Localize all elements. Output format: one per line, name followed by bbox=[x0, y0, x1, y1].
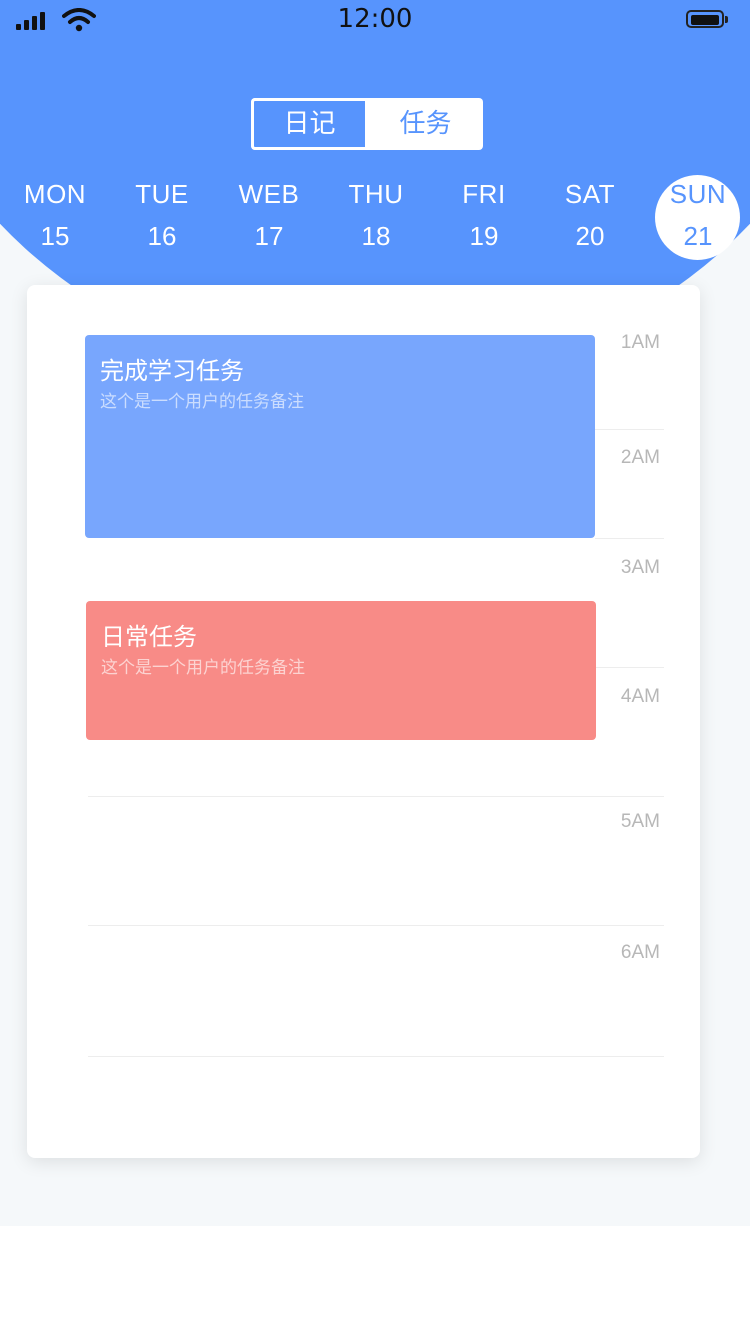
day-date: 19 bbox=[469, 221, 499, 251]
tab-diary[interactable]: 日记 bbox=[251, 98, 368, 150]
day-sun[interactable]: SUN 21 bbox=[643, 176, 750, 254]
hour-divider bbox=[596, 667, 664, 668]
view-switcher: 日记 任务 bbox=[251, 98, 483, 150]
tab-tasks[interactable]: 任务 bbox=[368, 98, 483, 150]
day-tue[interactable]: TUE 16 bbox=[107, 176, 217, 254]
timeline-card: 1AM 2AM 3AM 4AM 5AM 6AM 完成学习任务 这个是一个用户的任… bbox=[27, 285, 700, 1158]
day-date: 21 bbox=[683, 221, 713, 251]
day-name: MON bbox=[23, 179, 87, 209]
task-card[interactable]: 日常任务 这个是一个用户的任务备注 bbox=[86, 601, 596, 740]
day-date: 16 bbox=[147, 221, 177, 251]
hour-label: 5AM bbox=[620, 811, 660, 832]
status-time: 12:00 bbox=[337, 4, 413, 34]
day-name: THU bbox=[348, 179, 404, 209]
day-date: 18 bbox=[361, 221, 391, 251]
task-note: 这个是一个用户的任务备注 bbox=[101, 658, 305, 678]
hour-label: 4AM bbox=[620, 686, 660, 707]
hour-divider bbox=[595, 429, 664, 430]
hour-label: 1AM bbox=[620, 332, 660, 353]
day-name: TUE bbox=[135, 179, 189, 209]
hour-divider bbox=[88, 796, 664, 797]
day-date: 17 bbox=[254, 221, 284, 251]
day-sat[interactable]: SAT 20 bbox=[535, 176, 645, 254]
day-wed[interactable]: WEB 17 bbox=[214, 176, 324, 254]
task-title: 完成学习任务 bbox=[100, 357, 244, 385]
hour-divider bbox=[88, 925, 664, 926]
day-fri[interactable]: FRI 19 bbox=[429, 176, 539, 254]
day-thu[interactable]: THU 18 bbox=[321, 176, 431, 254]
day-date: 15 bbox=[40, 221, 70, 251]
day-name: FRI bbox=[462, 179, 506, 209]
battery-icon bbox=[686, 10, 730, 30]
task-note: 这个是一个用户的任务备注 bbox=[100, 392, 304, 412]
day-mon[interactable]: MON 15 bbox=[0, 176, 110, 254]
hour-label: 6AM bbox=[620, 942, 660, 963]
day-date: 20 bbox=[575, 221, 605, 251]
day-name: SUN bbox=[669, 179, 727, 209]
status-bar: 12:00 bbox=[0, 0, 750, 40]
day-name: WEB bbox=[238, 179, 300, 209]
task-title: 日常任务 bbox=[101, 623, 197, 651]
hour-divider bbox=[595, 538, 664, 539]
day-name: SAT bbox=[564, 179, 616, 209]
hour-label: 2AM bbox=[620, 447, 660, 468]
hour-divider bbox=[88, 1056, 664, 1057]
task-card[interactable]: 完成学习任务 这个是一个用户的任务备注 bbox=[85, 335, 595, 538]
hour-label: 3AM bbox=[620, 557, 660, 578]
